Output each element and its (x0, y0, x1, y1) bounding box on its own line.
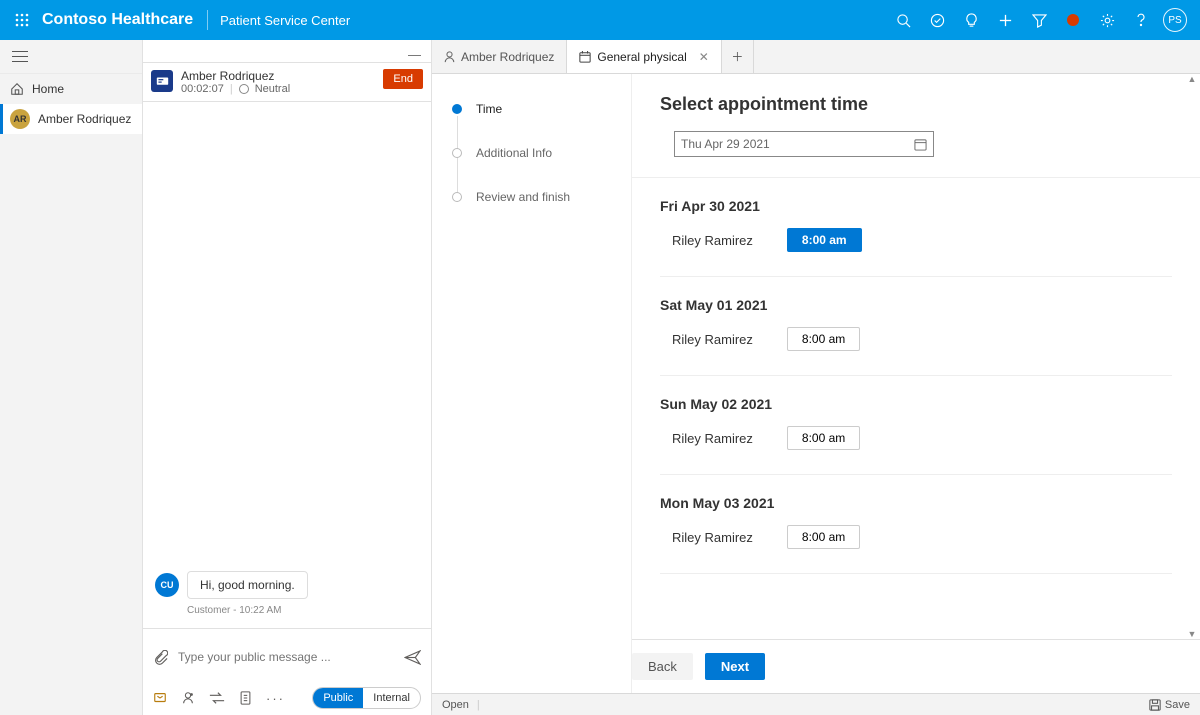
provider-name: Riley Ramirez (672, 530, 753, 545)
task-icon[interactable] (920, 0, 954, 40)
search-icon[interactable] (886, 0, 920, 40)
nav-patient[interactable]: AR Amber Rodriquez (0, 104, 142, 134)
step-additional-info[interactable]: Additional Info (452, 146, 611, 160)
step-review[interactable]: Review and finish (452, 190, 611, 204)
time-slot-button[interactable]: 8:00 am (787, 228, 862, 252)
gear-icon[interactable] (1090, 0, 1124, 40)
person-icon (444, 51, 455, 63)
sentiment-neutral-icon (239, 84, 249, 94)
sentiment-label: Neutral (255, 83, 290, 95)
record-indicator[interactable] (1056, 0, 1090, 40)
nav-home-label: Home (32, 82, 64, 96)
help-icon[interactable] (1124, 0, 1158, 40)
nav-patient-label: Amber Rodriquez (38, 112, 131, 126)
status-bar: Open | Save (432, 693, 1200, 715)
more-icon[interactable]: ··· (266, 691, 285, 706)
day-block: Sat May 01 2021 Riley Ramirez 8:00 am (660, 297, 1172, 376)
day-label: Sun May 02 2021 (660, 396, 1172, 412)
slot-row: Riley Ramirez 8:00 am (660, 228, 1172, 277)
wizard-actions: Back Next (632, 639, 1200, 693)
day-label: Mon May 03 2021 (660, 495, 1172, 511)
brand-title: Contoso Healthcare (42, 11, 193, 29)
step-label: Time (476, 102, 502, 116)
tab-appointment[interactable]: General physical ✕ (567, 40, 721, 73)
visibility-internal-button[interactable]: Internal (363, 688, 420, 708)
save-button[interactable]: Save (1165, 699, 1190, 711)
day-label: Fri Apr 30 2021 (660, 198, 1172, 214)
calendar-icon (579, 51, 591, 63)
calendar-icon (914, 138, 927, 151)
quick-reply-icon[interactable] (153, 691, 167, 705)
attach-icon[interactable] (153, 650, 168, 665)
patient-avatar-icon: AR (10, 109, 30, 129)
date-picker[interactable]: Thu Apr 29 2021 (674, 131, 934, 157)
customer-avatar-icon: CU (155, 573, 179, 597)
consult-icon[interactable] (181, 691, 195, 705)
notes-icon[interactable] (239, 691, 252, 705)
back-button[interactable]: Back (632, 653, 693, 680)
slot-row: Riley Ramirez 8:00 am (660, 327, 1172, 376)
time-slot-button[interactable]: 8:00 am (787, 426, 860, 450)
tab-label: General physical (597, 50, 686, 64)
lightbulb-icon[interactable] (954, 0, 988, 40)
session-card: Amber Rodriquez 00:02:07 | Neutral End (143, 62, 431, 102)
tab-patient[interactable]: Amber Rodriquez (432, 40, 567, 73)
app-subtitle: Patient Service Center (220, 13, 350, 28)
left-nav: Home AR Amber Rodriquez (0, 40, 143, 715)
time-slot-button[interactable]: 8:00 am (787, 525, 860, 549)
chat-session-icon (151, 70, 173, 92)
step-time[interactable]: Time (452, 102, 611, 116)
slot-row: Riley Ramirez 8:00 am (660, 525, 1172, 574)
day-block: Sun May 02 2021 Riley Ramirez 8:00 am (660, 396, 1172, 475)
scroll-down-icon: ▼ (1188, 629, 1197, 639)
appointment-title: Select appointment time (660, 94, 1172, 115)
global-header: Contoso Healthcare Patient Service Cente… (0, 0, 1200, 40)
session-duration: 00:02:07 (181, 83, 224, 95)
chat-message-meta: Customer - 10:22 AM (187, 605, 419, 616)
nav-home[interactable]: Home (0, 74, 142, 104)
day-block: Fri Apr 30 2021 Riley Ramirez 8:00 am (660, 198, 1172, 277)
provider-name: Riley Ramirez (672, 431, 753, 446)
end-session-button[interactable]: End (383, 69, 423, 89)
session-name: Amber Rodriquez (181, 69, 375, 83)
step-label: Additional Info (476, 146, 552, 160)
visibility-public-button[interactable]: Public (313, 688, 363, 708)
time-slot-button[interactable]: 8:00 am (787, 327, 860, 351)
add-icon[interactable] (988, 0, 1022, 40)
plus-icon: ＋ (731, 48, 743, 65)
appointment-scroll[interactable]: ▲▼ Select appointment time Thu Apr 29 20… (632, 74, 1200, 639)
tab-strip: Amber Rodriquez General physical ✕ ＋ (432, 40, 1200, 74)
home-icon (10, 82, 24, 96)
tab-label: Amber Rodriquez (461, 50, 554, 64)
status-open[interactable]: Open (442, 699, 469, 711)
slot-row: Riley Ramirez 8:00 am (660, 426, 1172, 475)
provider-name: Riley Ramirez (672, 332, 753, 347)
compose-area: ··· Public Internal (143, 628, 431, 715)
chat-panel: — Amber Rodriquez 00:02:07 | Neutral End… (143, 40, 432, 715)
tab-add[interactable]: ＋ (722, 40, 754, 73)
date-picker-value: Thu Apr 29 2021 (681, 137, 770, 151)
header-divider (207, 10, 208, 30)
user-avatar[interactable]: PS (1158, 0, 1192, 40)
chat-message: Hi, good morning. (187, 571, 308, 599)
wizard-steps: Time Additional Info Review and finish (432, 74, 632, 693)
filter-icon[interactable] (1022, 0, 1056, 40)
compose-input[interactable] (178, 650, 394, 664)
day-block: Mon May 03 2021 Riley Ramirez 8:00 am (660, 495, 1172, 574)
next-button[interactable]: Next (705, 653, 765, 680)
save-icon (1149, 699, 1161, 711)
day-label: Sat May 01 2021 (660, 297, 1172, 313)
chat-messages: CU Hi, good morning. Customer - 10:22 AM (143, 102, 431, 628)
app-launcher-icon[interactable] (8, 13, 36, 27)
menu-toggle-icon[interactable] (12, 51, 28, 63)
minimize-icon[interactable]: — (408, 47, 421, 62)
close-icon[interactable]: ✕ (699, 50, 709, 64)
transfer-icon[interactable] (209, 692, 225, 704)
send-icon[interactable] (404, 650, 421, 665)
step-label: Review and finish (476, 190, 570, 204)
provider-name: Riley Ramirez (672, 233, 753, 248)
